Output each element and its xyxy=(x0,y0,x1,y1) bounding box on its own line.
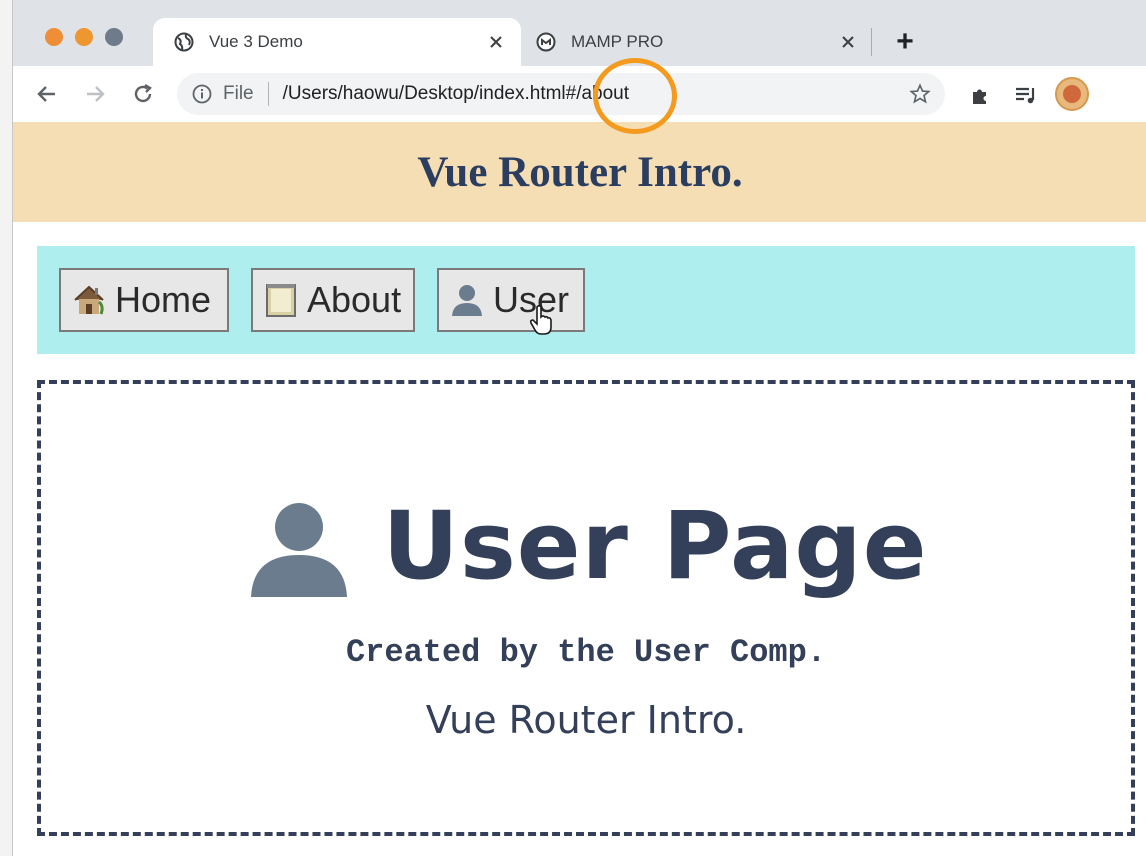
tab-close-icon[interactable] xyxy=(485,31,507,53)
user-heading: User Page xyxy=(41,492,1131,601)
arrow-left-icon xyxy=(37,86,55,102)
tab-separator xyxy=(871,28,872,56)
window-minimize-button[interactable] xyxy=(75,28,93,46)
user-footer-text: Vue Router Intro. xyxy=(425,698,747,742)
tab-title: Vue 3 Demo xyxy=(209,32,303,51)
globe-icon xyxy=(173,31,195,53)
profile-avatar[interactable] xyxy=(1055,77,1089,111)
house-icon xyxy=(69,280,109,320)
user-page-title: User Page xyxy=(382,492,928,601)
user-subtitle: Created by the User Comp. xyxy=(345,634,827,671)
scheme-label: File xyxy=(223,83,254,104)
new-tab-button[interactable]: + xyxy=(889,26,921,58)
info-icon[interactable] xyxy=(191,83,213,105)
hand-pointer-icon xyxy=(529,304,552,335)
plus-icon: + xyxy=(896,25,914,58)
window-maximize-button[interactable] xyxy=(105,28,123,46)
address-bar[interactable]: File /Users/haowu/Desktop/index.html#/ab… xyxy=(177,73,945,115)
tab-vue-3-demo[interactable]: Vue 3 Demo xyxy=(153,18,521,66)
back-button[interactable] xyxy=(33,80,61,108)
divider xyxy=(267,82,269,106)
forward-button[interactable] xyxy=(81,80,109,108)
web-page: Vue Router Intro. Home About User User P… xyxy=(13,122,1146,856)
reload-button[interactable] xyxy=(129,80,157,108)
media-queue-icon[interactable] xyxy=(1011,80,1041,110)
router-nav: Home About User xyxy=(37,246,1135,354)
about-label: About xyxy=(307,279,402,320)
user-silhouette-icon xyxy=(447,280,487,320)
browser-window: Vue 3 Demo MAMP PRO + File /Users/haowu/… xyxy=(12,0,1146,856)
url-text[interactable]: /Users/haowu/Desktop/index.html#/about xyxy=(283,83,907,105)
arrow-right-icon xyxy=(87,86,105,102)
mamp-icon xyxy=(535,31,557,53)
user-component: User Page Created by the User Comp. Vue … xyxy=(37,380,1135,836)
notepad-icon xyxy=(261,280,301,320)
tab-close-icon[interactable] xyxy=(837,31,859,53)
user-button[interactable]: User xyxy=(437,268,585,332)
home-label: Home xyxy=(115,279,212,320)
user-silhouette-icon xyxy=(250,502,347,597)
about-button[interactable]: About xyxy=(251,268,415,332)
browser-toolbar: File /Users/haowu/Desktop/index.html#/ab… xyxy=(13,66,1146,122)
page-header: Vue Router Intro. xyxy=(13,122,1146,222)
tab-strip: Vue 3 Demo MAMP PRO + xyxy=(13,0,1146,66)
extensions-puzzle-icon[interactable] xyxy=(965,80,995,110)
tab-title: MAMP PRO xyxy=(571,32,664,51)
tab-mamp-pro[interactable]: MAMP PRO xyxy=(521,18,873,66)
reload-icon xyxy=(134,83,152,103)
window-close-button[interactable] xyxy=(45,28,63,46)
star-icon[interactable] xyxy=(907,81,933,107)
home-button[interactable]: Home xyxy=(59,268,229,332)
page-title: Vue Router Intro. xyxy=(417,148,743,196)
